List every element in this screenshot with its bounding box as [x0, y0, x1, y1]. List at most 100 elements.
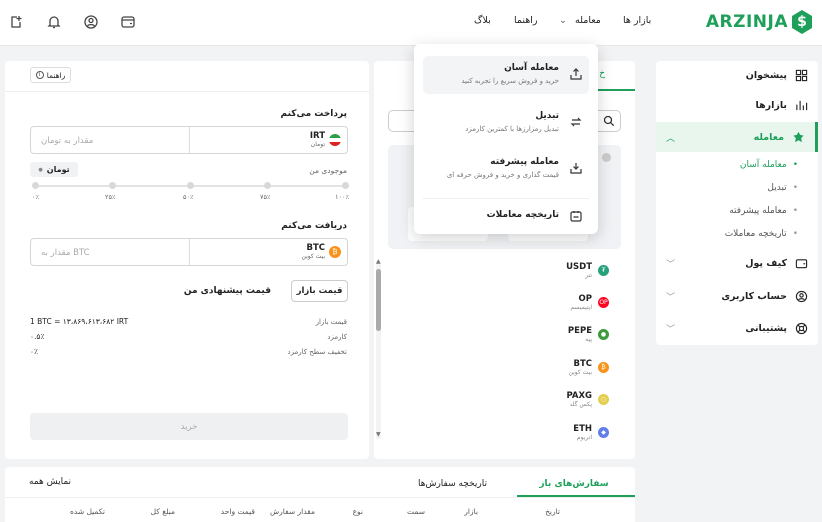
slider-tick: ۵۰٪ [183, 193, 194, 201]
coin-row[interactable]: ◆ ETH اتریوم [573, 424, 609, 441]
pepe-icon: ● [598, 329, 609, 340]
scrollbar-thumb[interactable] [376, 269, 381, 331]
menu-item-advanced-trade[interactable]: معامله پیشرفته قیمت گذاری و خرید و فروش … [423, 150, 589, 188]
divider [189, 239, 190, 265]
sidebar-item-label: بازارها [755, 99, 787, 111]
menu-item-trade-history[interactable]: تاریخچه معاملات [423, 204, 589, 228]
column-header: مبلغ کل [150, 507, 175, 516]
user-icon[interactable] [83, 14, 99, 30]
column-header: مقدار سفارش [270, 507, 315, 516]
sidebar-sub-trade-history[interactable]: تاریخچه معاملات [725, 229, 798, 239]
menu-item-convert[interactable]: تبدیل تبدیل رمزارزها با کمترین کارمزد [423, 104, 589, 142]
receive-label: دریافت می‌کنم [281, 221, 347, 231]
coin-row[interactable]: ● PEPE پپه [568, 326, 609, 343]
nav-markets[interactable]: بازار ها [623, 15, 651, 26]
scroll-down-icon[interactable]: ▼ [376, 431, 381, 438]
receive-amount-input[interactable]: مقدار به BTC [41, 248, 90, 258]
pay-field[interactable]: IRT تومان مقدار به تومان [30, 126, 348, 154]
sidebar-item-trade[interactable]: معامله ︿ [656, 122, 818, 152]
menu-item-title: تاریخچه معاملات [486, 210, 559, 220]
receive-field[interactable]: ₿ BTC بیت کوین مقدار به BTC [30, 238, 348, 266]
chevron-down-icon[interactable]: ﹀ [666, 257, 675, 270]
btc-icon: ₿ [598, 362, 609, 373]
slider-tick: ۲۵٪ [105, 193, 116, 201]
chart-icon [796, 100, 808, 110]
slider-stop[interactable] [264, 182, 271, 189]
slider-stop[interactable] [109, 182, 116, 189]
nav-blog[interactable]: بلاگ [474, 15, 491, 26]
currency-select[interactable]: ₿ BTC بیت کوین [302, 243, 341, 260]
coin-row[interactable]: OP OP اپتیمیسم [570, 294, 609, 311]
guide-label: راهنما [46, 70, 66, 80]
market-tab[interactable]: خ [599, 69, 605, 79]
menu-item-title: معامله پیشرفته [490, 157, 559, 167]
iran-flag-icon [329, 133, 341, 146]
column-header: سمت [407, 507, 425, 516]
coin-symbol: ETH [573, 424, 592, 434]
sidebar-item-label: پیشخوان [745, 69, 787, 81]
sidebar-sub-easy-trade[interactable]: معامله آسان [740, 160, 798, 170]
brand-logo[interactable]: ARZINJA $ [706, 10, 812, 34]
coin-row[interactable]: ₿ BTC بیت کوین [569, 359, 609, 376]
dashboard-icon [795, 69, 808, 81]
convert-icon [569, 115, 583, 129]
easy-trade-icon [569, 67, 583, 81]
menu-item-desc: خرید و فروش سریع را تجربه کنید [461, 77, 559, 85]
column-header: نوع [352, 507, 363, 516]
buy-button[interactable]: خرید [30, 413, 348, 440]
dot-icon: ● [38, 166, 43, 173]
slider-stop[interactable] [187, 182, 194, 189]
wallet-icon[interactable] [120, 14, 136, 30]
usdt-icon: ₮ [598, 265, 609, 276]
eth-icon: ◆ [598, 427, 609, 438]
sidebar-item-support[interactable]: پشتیبانی ﹀ [656, 314, 818, 342]
nav-guide[interactable]: راهنما [514, 15, 538, 26]
market-price-button[interactable]: قیمت بازار [291, 280, 348, 302]
slider-stop[interactable] [32, 182, 39, 189]
slider-stop[interactable] [342, 182, 349, 189]
export-icon[interactable] [8, 14, 24, 30]
sidebar-item-label: معامله [753, 131, 784, 143]
slider-tick: ۰٪ [32, 193, 39, 201]
divider [423, 198, 589, 199]
chevron-down-icon[interactable]: ﹀ [666, 322, 675, 335]
coin-row[interactable]: ○ PAXG پکس گلد [566, 391, 609, 408]
balance-unit: تومان [46, 165, 70, 174]
bell-icon[interactable] [46, 14, 62, 30]
scrollbar[interactable]: ▲ ▼ [376, 258, 381, 439]
pay-amount-input[interactable]: مقدار به تومان [41, 136, 93, 146]
paxg-icon: ○ [598, 394, 609, 405]
top-bar: ARZINJA $ بازار ها معامله ⌄ راهنما بلاگ [0, 0, 822, 46]
currency-select[interactable]: IRT تومان [310, 131, 341, 148]
chevron-up-icon[interactable]: ︿ [666, 131, 675, 144]
fee-value: ۰.۵٪ [30, 332, 45, 341]
sidebar-item-account[interactable]: حساب کاربری ﹀ [656, 282, 818, 310]
sidebar-sub-advanced-trade[interactable]: معامله پیشرفته [729, 206, 798, 216]
nav-trade[interactable]: معامله [575, 15, 601, 26]
sidebar-sub-convert[interactable]: تبدیل [767, 183, 798, 193]
tab-order-history[interactable]: تاریخچه سفارش‌ها [410, 479, 495, 489]
sidebar-item-markets[interactable]: بازارها [656, 91, 818, 119]
divider [5, 91, 369, 92]
coin-symbol: PEPE [567, 326, 592, 336]
menu-item-easy-trade[interactable]: معامله آسان خرید و فروش سریع را تجربه کن… [423, 56, 589, 94]
chevron-down-icon[interactable]: ﹀ [666, 290, 675, 303]
currency-symbol: IRT [309, 131, 325, 141]
coin-name: پپه [585, 336, 592, 343]
tab-open-orders[interactable]: سفارش‌های باز [518, 479, 630, 489]
coin-row[interactable]: ₮ USDT تتر [566, 262, 609, 279]
sidebar-item-wallet[interactable]: کیف پول ﹀ [656, 249, 818, 277]
fee-discount-value: ۰٪ [30, 347, 39, 356]
brand-name: ARZINJA [705, 12, 788, 32]
chevron-down-icon[interactable]: ⌄ [559, 15, 567, 26]
guide-button[interactable]: راهنما i [30, 67, 71, 83]
logo-icon: $ [792, 10, 812, 34]
row-label: تخفیف سطح کارمزد [287, 348, 347, 356]
sidebar-item-dashboard[interactable]: پیشخوان [656, 61, 818, 89]
show-all-link[interactable]: نمایش همه [29, 477, 71, 487]
offer-price-label[interactable]: قیمت پیشنهادی من [184, 286, 271, 296]
scroll-up-icon[interactable]: ▲ [376, 258, 381, 265]
slider-tick: ۷۵٪ [260, 193, 271, 201]
coin-symbol: OP [578, 294, 592, 304]
coin-name: اپتیمیسم [570, 304, 592, 311]
